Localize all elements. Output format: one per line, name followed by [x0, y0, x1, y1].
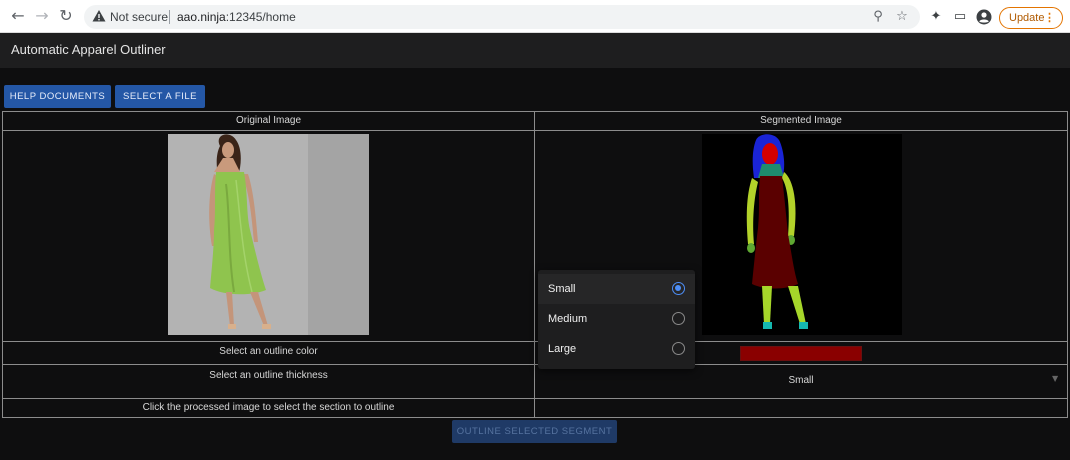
segmentation-map[interactable]: [702, 134, 902, 335]
thickness-label-cell: Select an outline thickness: [2, 364, 535, 399]
profile-icon[interactable]: [976, 9, 992, 25]
menu-item-medium[interactable]: Medium: [538, 304, 695, 334]
warning-icon: [92, 10, 106, 22]
menu-item-label: Large: [548, 343, 577, 355]
segmented-image[interactable]: [702, 134, 902, 335]
chevron-down-icon[interactable]: ▼: [1052, 374, 1058, 383]
radio-selected-icon[interactable]: [672, 282, 685, 295]
original-image-title: Original Image: [235, 115, 302, 126]
outline-color-label: Select an outline color: [219, 346, 318, 357]
menu-item-label: Small: [548, 283, 576, 295]
reload-icon[interactable]: ↻: [57, 7, 75, 25]
outline-selected-segment-button[interactable]: OUTLINE SELECTED SEGMENT: [452, 420, 617, 443]
browser-toolbar: ← → ↻ Not secure aao.ninja:12345/home ⚲ …: [0, 0, 1070, 33]
color-label-cell: Select an outline color: [2, 341, 535, 365]
extensions-icon[interactable]: ✦: [928, 9, 944, 25]
outline-thickness-label: Select an outline thickness: [209, 370, 328, 381]
url-path: :12345/home: [225, 10, 296, 24]
help-documents-button[interactable]: HELP DOCUMENTS: [4, 85, 111, 108]
more-icon: ⋮: [1044, 12, 1055, 24]
address-bar[interactable]: Not secure aao.ninja:12345/home ⚲ ☆: [84, 5, 920, 29]
thickness-menu: Small Medium Large: [538, 270, 695, 369]
thickness-select-value[interactable]: Small: [536, 375, 1066, 386]
radio-icon[interactable]: [672, 312, 685, 325]
cast-icon[interactable]: ▭: [952, 9, 968, 25]
update-button[interactable]: Update ⋮: [999, 7, 1063, 29]
zoom-icon[interactable]: ⚲: [870, 9, 886, 25]
select-file-button[interactable]: SELECT A FILE: [115, 85, 205, 108]
radio-icon[interactable]: [672, 342, 685, 355]
back-arrow-icon[interactable]: ←: [9, 7, 27, 25]
star-icon[interactable]: ☆: [894, 9, 910, 25]
app-bar: Automatic Apparel Outliner: [0, 33, 1070, 68]
menu-item-small[interactable]: Small: [538, 274, 695, 304]
original-image: [168, 134, 369, 335]
instruction-cell: Click the processed image to select the …: [2, 398, 535, 418]
original-photo: [168, 134, 369, 335]
forward-arrow-icon[interactable]: →: [33, 7, 51, 25]
menu-item-label: Medium: [548, 313, 588, 325]
instruction-empty-cell: [534, 398, 1068, 418]
security-label[interactable]: Not secure: [110, 10, 168, 24]
instruction-text: Click the processed image to select the …: [142, 402, 395, 413]
original-image-header: Original Image: [2, 111, 535, 131]
url-host: aao.ninja: [177, 10, 226, 24]
update-label: Update: [1009, 12, 1045, 24]
menu-item-large[interactable]: Large: [538, 334, 695, 364]
segmented-image-header: Segmented Image: [534, 111, 1068, 131]
segmented-image-title: Segmented Image: [760, 115, 842, 126]
app-title: Automatic Apparel Outliner: [11, 42, 166, 57]
separator: [169, 10, 170, 24]
outline-color-swatch[interactable]: [740, 346, 862, 361]
url-text[interactable]: aao.ninja:12345/home: [177, 10, 296, 24]
